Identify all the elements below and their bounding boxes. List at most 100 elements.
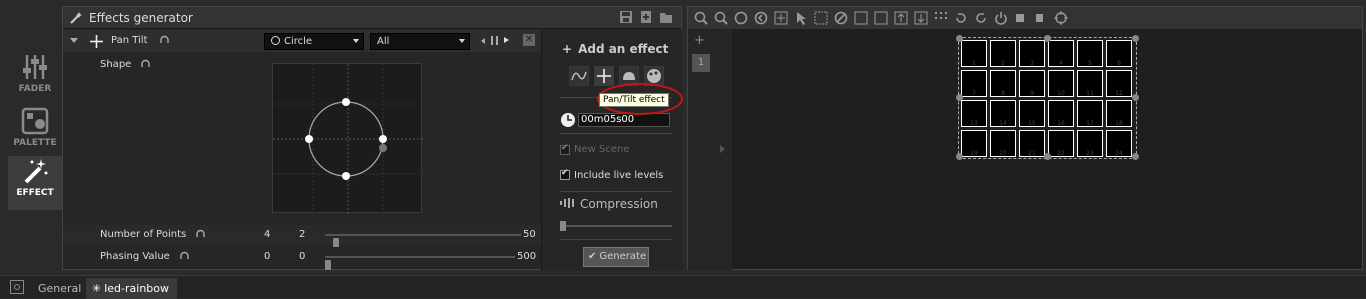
selection-handle[interactable] <box>956 35 963 42</box>
compression-slider[interactable] <box>560 221 672 231</box>
pan-tilt-point[interactable] <box>379 135 387 143</box>
fixture-cell[interactable]: 18 <box>1106 100 1132 127</box>
fixture-cell[interactable]: 10 <box>1048 70 1074 97</box>
crosshair-icon[interactable] <box>1054 11 1068 25</box>
arrow-down-icon[interactable] <box>914 11 928 25</box>
expand-arrow-icon[interactable] <box>720 145 725 153</box>
fixture-cell[interactable]: 21 <box>1019 130 1045 157</box>
tab-general[interactable]: General <box>30 278 89 299</box>
fixture-cell[interactable]: 9 <box>1019 70 1045 97</box>
power-icon[interactable] <box>994 11 1008 25</box>
invert-icon[interactable] <box>854 11 868 25</box>
headphone-icon[interactable] <box>159 35 170 46</box>
fixture-cell[interactable]: 4 <box>1048 40 1074 67</box>
fixture-cell[interactable]: 24 <box>1106 130 1132 157</box>
zoom-fit-icon[interactable] <box>734 11 748 25</box>
new-scene-checkbox[interactable] <box>560 143 570 155</box>
compression-label: Compression <box>580 197 658 211</box>
rail-palette-label: PALETTE <box>13 138 57 148</box>
dots-grid-icon[interactable] <box>934 11 948 25</box>
selection-handle[interactable] <box>1044 153 1051 160</box>
selection-handle[interactable] <box>956 153 963 160</box>
param-slider[interactable] <box>325 256 515 270</box>
fixture-cell[interactable]: 14 <box>990 100 1016 127</box>
play-icon[interactable] <box>504 37 509 43</box>
grid-select-icon[interactable] <box>814 11 828 25</box>
target-select[interactable]: All <box>370 33 470 50</box>
prev-icon[interactable] <box>481 38 485 44</box>
param-slider[interactable] <box>325 234 521 248</box>
row-number[interactable]: 1 <box>692 54 710 72</box>
fixture-cell[interactable]: 1 <box>961 40 987 67</box>
param-value-2[interactable]: 0 <box>299 251 305 262</box>
generate-button[interactable]: ✔ Generate <box>583 247 649 267</box>
fixture-icon[interactable] <box>1014 11 1028 25</box>
divider <box>560 239 672 240</box>
duration-input[interactable]: 00m05s00 <box>578 113 670 127</box>
add-effect-button[interactable]: + Add an effect <box>562 42 668 56</box>
headphone-icon[interactable] <box>195 229 206 240</box>
pan-tilt-point[interactable] <box>305 135 313 143</box>
undo-icon[interactable] <box>954 11 968 25</box>
save-icon[interactable] <box>619 10 633 24</box>
back-icon[interactable] <box>754 11 768 25</box>
fixture-cell[interactable]: 11 <box>1077 70 1103 97</box>
rail-palette-button[interactable]: PALETTE <box>8 106 62 160</box>
tab-led-rainbow[interactable]: ✳ led-rainbow <box>86 278 177 299</box>
fixture-cell[interactable]: 19 <box>961 130 987 157</box>
move-icon[interactable] <box>774 11 788 25</box>
check-icon: ✔ <box>588 251 597 262</box>
selection-handle[interactable] <box>956 94 963 101</box>
pan-tilt-point[interactable] <box>342 172 350 180</box>
rail-effect-button[interactable]: EFFECT <box>8 156 62 210</box>
fixture-cell[interactable]: 7 <box>961 70 987 97</box>
shape-preview-canvas[interactable] <box>273 64 423 214</box>
selection-handle[interactable] <box>1132 153 1139 160</box>
headphone-icon[interactable] <box>179 251 190 262</box>
fixture-cell[interactable]: 12 <box>1106 70 1132 97</box>
param-value-2[interactable]: 2 <box>299 229 305 240</box>
fixture-cell[interactable]: 17 <box>1077 100 1103 127</box>
add-row-icon[interactable]: + <box>694 33 705 48</box>
expand-icon[interactable] <box>874 11 888 25</box>
fixture-cell[interactable]: 8 <box>990 70 1016 97</box>
open-folder-icon[interactable] <box>659 10 673 24</box>
pan-tilt-effect-button[interactable] <box>594 66 614 86</box>
headphone-icon[interactable] <box>140 59 151 70</box>
fixture-cell[interactable]: 16 <box>1048 100 1074 127</box>
home-icon[interactable] <box>10 280 24 294</box>
shape-preview[interactable] <box>272 63 423 214</box>
rail-fader-button[interactable]: FADER <box>8 52 62 106</box>
fixture-cell[interactable]: 15 <box>1019 100 1045 127</box>
shape-select[interactable]: Circle <box>264 33 364 50</box>
deselect-icon[interactable] <box>834 11 848 25</box>
pause-icon[interactable] <box>491 36 498 45</box>
fixture-cell[interactable]: 3 <box>1019 40 1045 67</box>
shape-label: Shape <box>100 59 132 70</box>
focus-icon[interactable] <box>1034 11 1048 25</box>
zoom-out-icon[interactable] <box>694 11 708 25</box>
select-icon[interactable] <box>794 11 808 25</box>
selection-handle[interactable] <box>1132 94 1139 101</box>
selection-handle[interactable] <box>1132 35 1139 42</box>
fixture-cell[interactable]: 20 <box>990 130 1016 157</box>
fixture-cell[interactable]: 6 <box>1106 40 1132 67</box>
include-live-checkbox[interactable] <box>560 168 570 180</box>
fixture-cell[interactable]: 5 <box>1077 40 1103 67</box>
slider-thumb[interactable] <box>325 260 331 270</box>
fixture-cell[interactable]: 13 <box>961 100 987 127</box>
fixture-grid[interactable]: 1 2 3 4 5 6 7 8 9 10 11 12 13 14 15 16 17 18 19 20 21 22 23 24 <box>956 35 1139 160</box>
selection-handle[interactable] <box>1044 35 1051 42</box>
pan-tilt-point[interactable] <box>342 98 350 106</box>
fixture-cell[interactable]: 23 <box>1077 130 1103 157</box>
fixture-cell[interactable]: 22 <box>1048 130 1074 157</box>
close-icon[interactable]: ✕ <box>523 34 535 46</box>
collapse-arrow-icon[interactable] <box>70 38 78 43</box>
zoom-in-icon[interactable] <box>714 11 728 25</box>
pan-tilt-icon <box>90 35 103 48</box>
arrow-up-icon[interactable] <box>894 11 908 25</box>
fixture-cell[interactable]: 2 <box>990 40 1016 67</box>
sine-effect-button[interactable] <box>569 66 589 86</box>
save-as-icon[interactable] <box>639 10 653 24</box>
redo-icon[interactable] <box>974 11 988 25</box>
